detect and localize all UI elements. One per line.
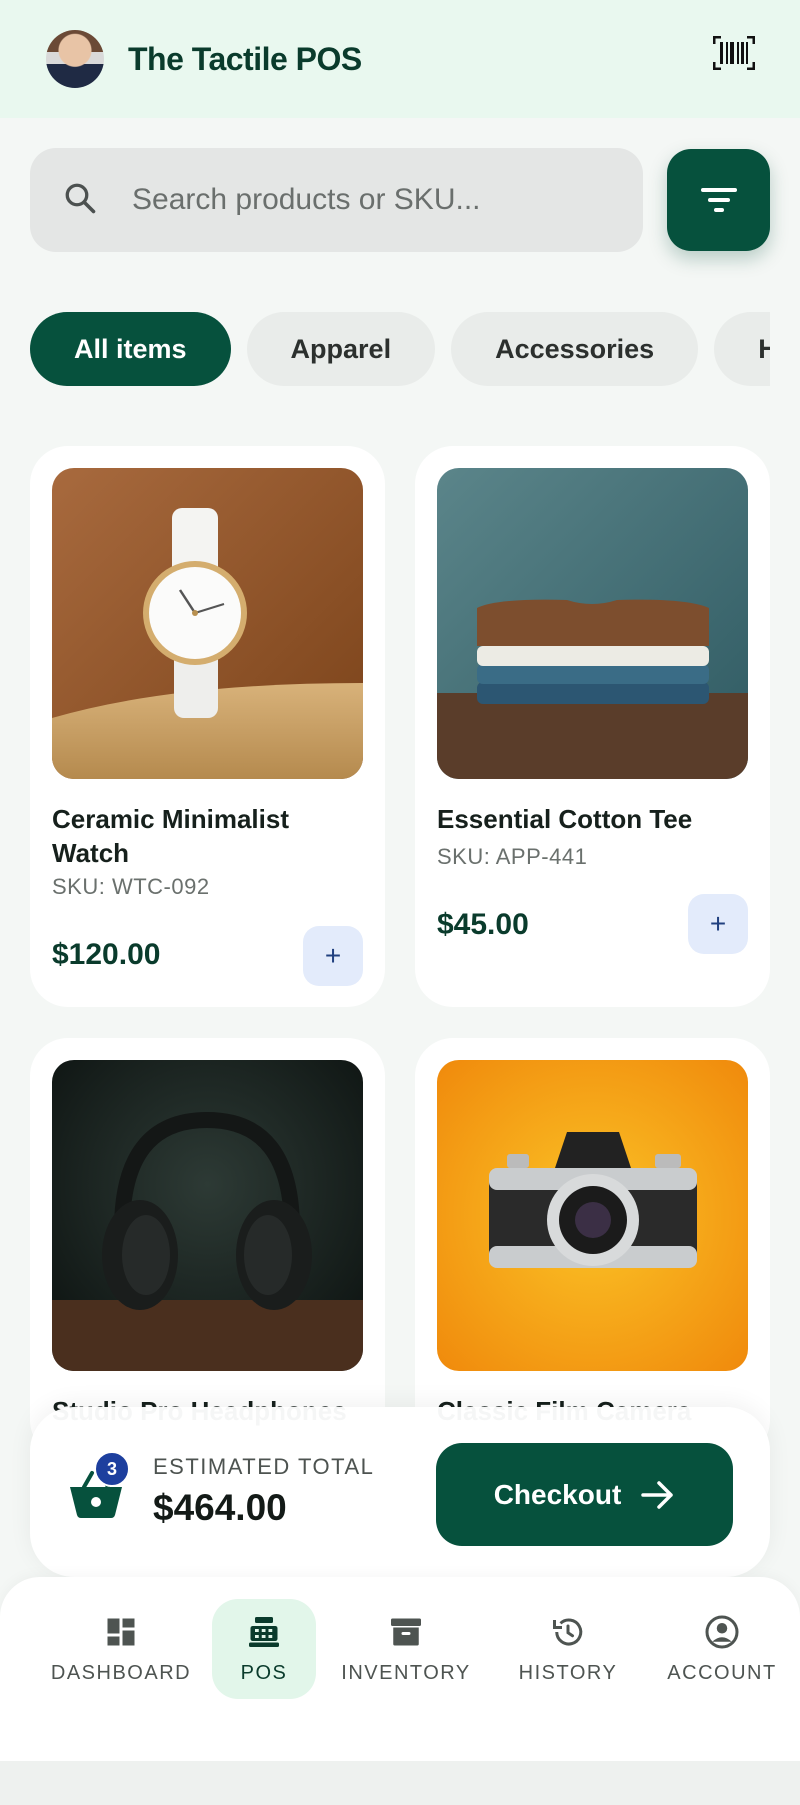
product-image-headphones [52,1060,363,1371]
nav-pos[interactable]: POS [212,1599,316,1699]
checkout-label: Checkout [493,1478,622,1510]
chip-all-items[interactable]: All items [30,312,231,386]
cart-summary-bar: 3 ESTIMATED TOTAL $464.00 Checkout [30,1407,770,1577]
chip-partial[interactable]: H [714,312,770,386]
bottom-navigation: DASHBOARD POS INVENTORY HISTORY ACCOUNT [0,1577,800,1761]
add-to-cart-button[interactable]: + [688,894,748,954]
product-card[interactable]: Classic Film Camera [415,1038,770,1458]
product-name: Essential Cotton Tee [437,804,693,834]
checkout-button[interactable]: Checkout [436,1443,733,1546]
search-bar [30,148,643,252]
account-icon [705,1615,739,1648]
app-title: The Tactile POS [128,40,362,77]
dashboard-icon [107,1618,135,1645]
avatar[interactable] [46,30,104,88]
product-price: $120.00 [52,938,161,971]
product-sku: SKU: WTC-092 [52,874,210,899]
product-card[interactable]: Studio Pro Headphones [30,1038,385,1458]
product-sku: SKU: APP-441 [437,844,588,869]
nav-history[interactable]: HISTORY [508,1599,628,1699]
product-card[interactable]: Ceramic Minimalist Watch SKU: WTC-092 $1… [30,446,385,1007]
app-header: The Tactile POS [0,0,800,118]
estimated-total-value: $464.00 [153,1487,287,1528]
chip-apparel[interactable]: Apparel [246,312,436,386]
archive-icon [391,1618,421,1645]
nav-label: INVENTORY [341,1661,471,1684]
product-price: $45.00 [437,908,529,941]
category-chips: All items Apparel Accessories H [30,312,770,386]
nav-label: DASHBOARD [50,1661,192,1684]
filter-icon [700,188,737,212]
history-icon [553,1618,583,1645]
filter-button[interactable] [667,149,770,251]
barcode-scan-icon[interactable] [712,34,756,72]
estimated-total-label: ESTIMATED TOTAL [153,1454,375,1479]
nav-dashboard[interactable]: DASHBOARD [50,1599,192,1699]
add-to-cart-button[interactable]: + [303,926,363,986]
cart-count-badge: 3 [94,1451,130,1487]
product-image-watch [52,468,363,779]
search-input[interactable] [132,183,612,217]
product-card[interactable]: Essential Cotton Tee SKU: APP-441 $45.00… [415,446,770,1007]
product-image-tee [437,468,748,779]
nav-label: POS [240,1661,288,1684]
nav-label: ACCOUNT [667,1661,777,1684]
product-name: Ceramic Minimalist Watch [52,804,289,868]
arrow-right-icon [641,1480,674,1509]
product-image-camera [437,1060,748,1371]
nav-label: HISTORY [518,1661,618,1684]
register-icon [249,1616,279,1647]
search-icon [62,180,98,221]
system-bar [0,1761,800,1805]
chip-accessories[interactable]: Accessories [451,312,699,386]
nav-inventory[interactable]: INVENTORY [338,1599,474,1699]
nav-account[interactable]: ACCOUNT [664,1599,780,1699]
